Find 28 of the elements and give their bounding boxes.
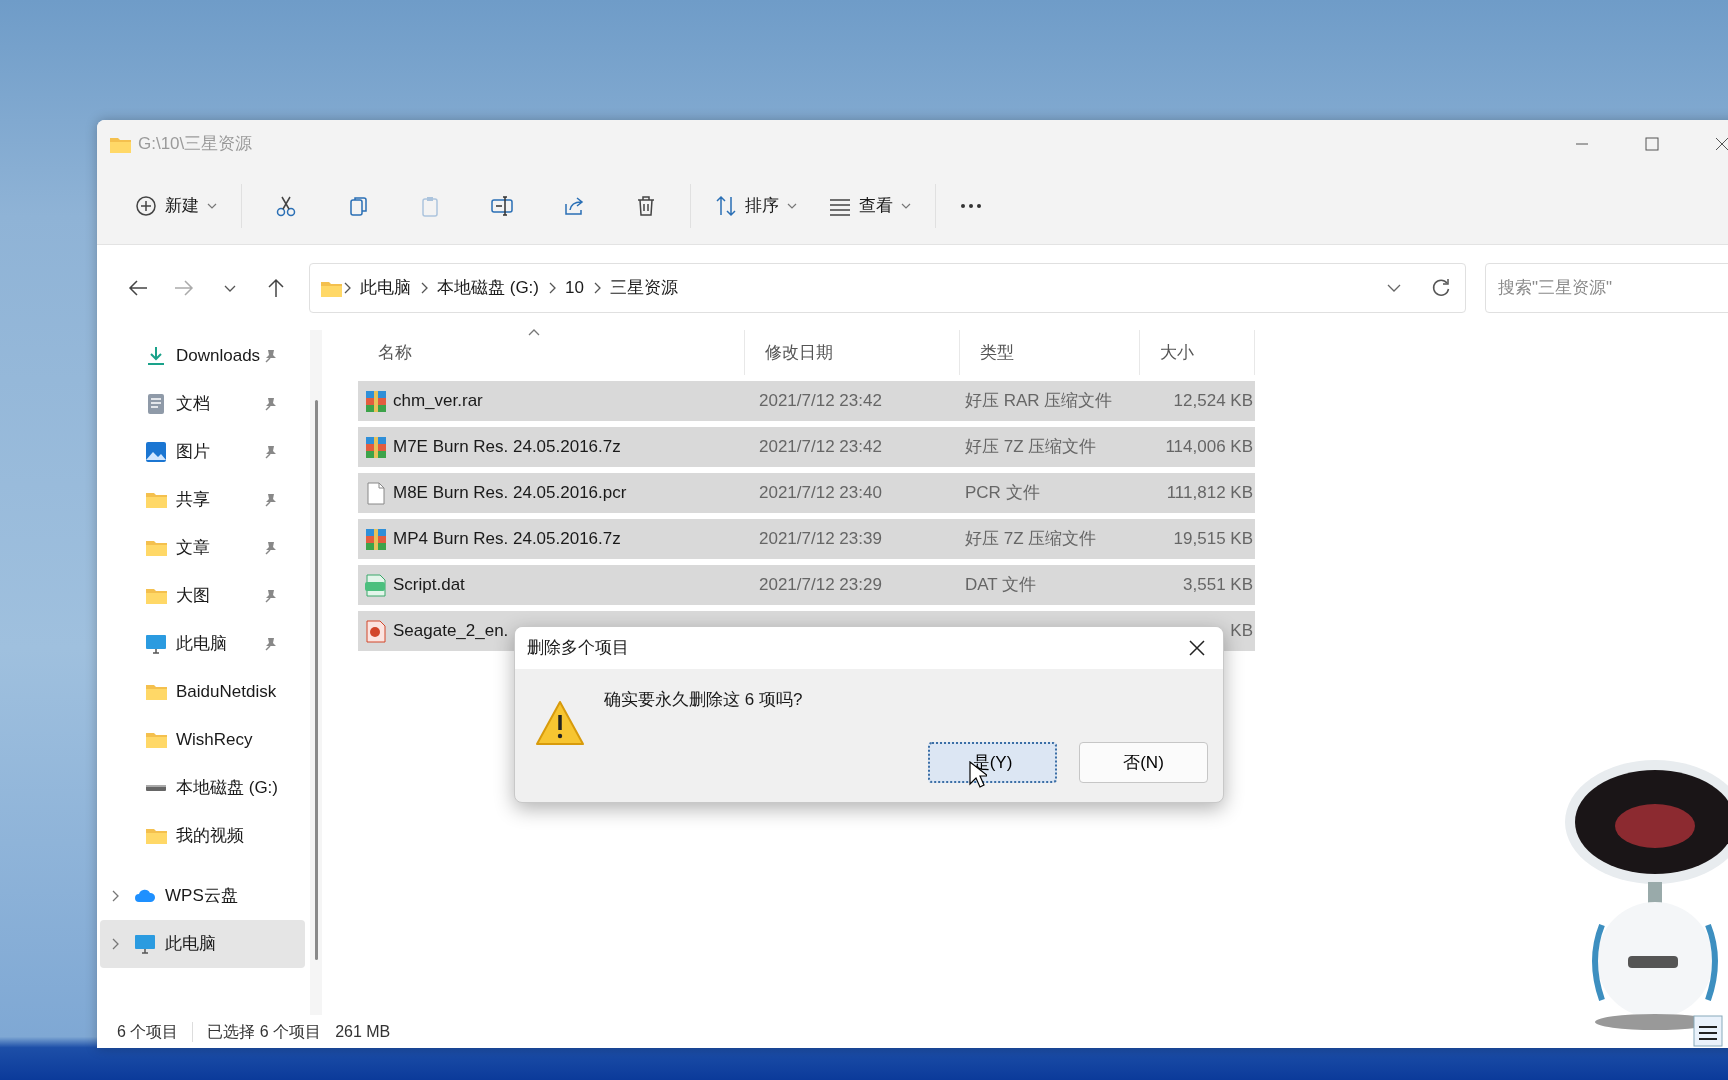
item-count: 6 个项目 (117, 1021, 179, 1042)
selection-count: 已选择 6 个项目 (207, 1021, 322, 1042)
table-cell: 2021/7/12 23:29 (759, 575, 882, 595)
file-name: M7E Burn Res. 24.05.2016.7z (393, 436, 621, 459)
table-cell: 2021/7/12 23:42 (759, 437, 882, 457)
file-name: MP4 Burn Res. 24.05.2016.7z (393, 528, 621, 551)
table-cell: 19,515 KB (1173, 529, 1253, 549)
window-title: G:\10\三星资源 (138, 133, 253, 156)
table-cell: KB (1230, 621, 1253, 641)
table-cell: 2021/7/12 23:39 (759, 529, 882, 549)
table-cell: 2021/7/12 23:42 (759, 391, 882, 411)
dialog-title: 删除多个项目 (527, 637, 629, 660)
table-cell: 好压 RAR 压缩文件 (965, 391, 1113, 411)
table-cell: 3,551 KB (1183, 575, 1253, 595)
dialog-message: 确实要永久删除这 6 项吗? (604, 689, 803, 711)
table-cell: DAT 文件 (965, 575, 1037, 595)
table-cell: 好压 7Z 压缩文件 (965, 437, 1097, 457)
file-name: chm_ver.rar (393, 390, 483, 413)
file-name: Script.dat (393, 574, 465, 597)
table-cell: 111,812 KB (1166, 483, 1253, 503)
file-name: Seagate_2_en. (393, 620, 509, 643)
table-cell: 114,006 KB (1165, 437, 1253, 457)
table-cell: 好压 7Z 压缩文件 (965, 529, 1097, 549)
table-cell: 2021/7/12 23:40 (759, 483, 882, 503)
file-name: M8E Burn Res. 24.05.2016.pcr (393, 482, 627, 505)
table-cell: 12,524 KB (1173, 391, 1253, 411)
table-cell: PCR 文件 (965, 483, 1040, 503)
selection-size: 261 MB (335, 1021, 391, 1042)
